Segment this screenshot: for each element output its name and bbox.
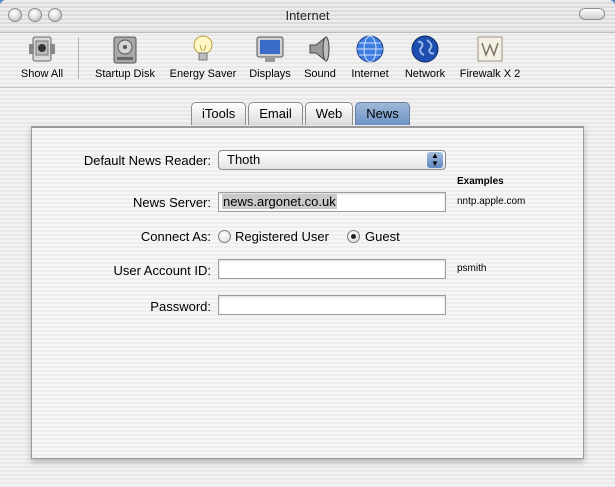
user-account-id-label: User Account ID: — [113, 263, 211, 278]
default-news-reader-value: Thoth — [227, 152, 261, 167]
news-server-field[interactable]: news.argonet.co.uk — [218, 192, 446, 212]
news-server-example: nntp.apple.com — [457, 196, 526, 207]
toolbar-label: Startup Disk — [95, 68, 155, 80]
firewalk-icon — [474, 33, 506, 65]
guest-label[interactable]: Guest — [365, 229, 400, 244]
toolbar-label: Sound — [304, 68, 336, 80]
toolbar-separator — [78, 37, 79, 79]
toolbar-firewalk[interactable]: Firewalk X 2 — [456, 33, 524, 80]
toolbar-show-all[interactable]: Show All — [18, 33, 66, 80]
tab-web[interactable]: Web — [304, 102, 354, 125]
examples-heading: Examples — [457, 176, 504, 187]
apple-switch-icon — [26, 33, 58, 65]
guest-radio[interactable] — [347, 230, 360, 243]
connect-as-label: Connect As: — [140, 229, 211, 244]
password-label: Password: — [150, 299, 211, 314]
default-news-reader-popup[interactable]: Thoth ▲ ▼ — [218, 150, 446, 170]
toolbar-label: Firewalk X 2 — [459, 68, 521, 80]
news-settings-panel: Default News Reader: Thoth ▲ ▼ Examples N… — [31, 126, 584, 459]
registered-user-radio[interactable] — [218, 230, 231, 243]
toolbar-label: Energy Saver — [169, 68, 237, 80]
toolbar-internet[interactable]: Internet — [346, 33, 394, 80]
tab-itools[interactable]: iTools — [191, 102, 247, 125]
toolbar-network[interactable]: Network — [401, 33, 449, 80]
tab-bar: iTools Email Web News — [191, 102, 412, 126]
news-server-value: news.argonet.co.uk — [222, 194, 337, 209]
default-news-reader-label: Default News Reader: — [83, 153, 211, 168]
monitor-icon — [254, 33, 286, 65]
toolbar-label: Internet — [351, 68, 389, 80]
toolbar: Show All Startup Disk Energy Saver Displ… — [0, 33, 615, 85]
toolbar-displays[interactable]: Displays — [247, 33, 293, 80]
speaker-icon — [304, 33, 336, 65]
toolbar-label: Show All — [20, 68, 64, 80]
toolbar-label: Displays — [249, 68, 291, 80]
news-server-label: News Server: — [132, 195, 211, 210]
internet-preferences-window: Internet Show All Startup Disk Energy Sa… — [0, 0, 615, 487]
registered-user-label[interactable]: Registered User — [235, 229, 329, 244]
globe-icon — [354, 33, 386, 65]
window-title: Internet — [285, 8, 330, 23]
lightbulb-icon — [187, 33, 219, 65]
toolbar-divider — [0, 87, 615, 88]
tab-email[interactable]: Email — [248, 102, 303, 125]
hard-disk-icon — [109, 33, 141, 65]
popup-arrows-icon: ▲ ▼ — [427, 152, 443, 168]
toolbar-sound[interactable]: Sound — [302, 33, 338, 80]
user-account-id-field[interactable] — [218, 259, 446, 279]
toolbar-energy-saver[interactable]: Energy Saver — [169, 33, 237, 80]
toolbar-label: Network — [404, 68, 446, 80]
password-field[interactable] — [218, 295, 446, 315]
user-account-id-example: psmith — [457, 263, 487, 274]
toolbar-toggle-button[interactable] — [579, 8, 605, 20]
earth-icon — [409, 33, 441, 65]
tab-news[interactable]: News — [355, 102, 410, 125]
title-bar[interactable]: Internet — [0, 0, 615, 33]
toolbar-startup-disk[interactable]: Startup Disk — [91, 33, 159, 80]
